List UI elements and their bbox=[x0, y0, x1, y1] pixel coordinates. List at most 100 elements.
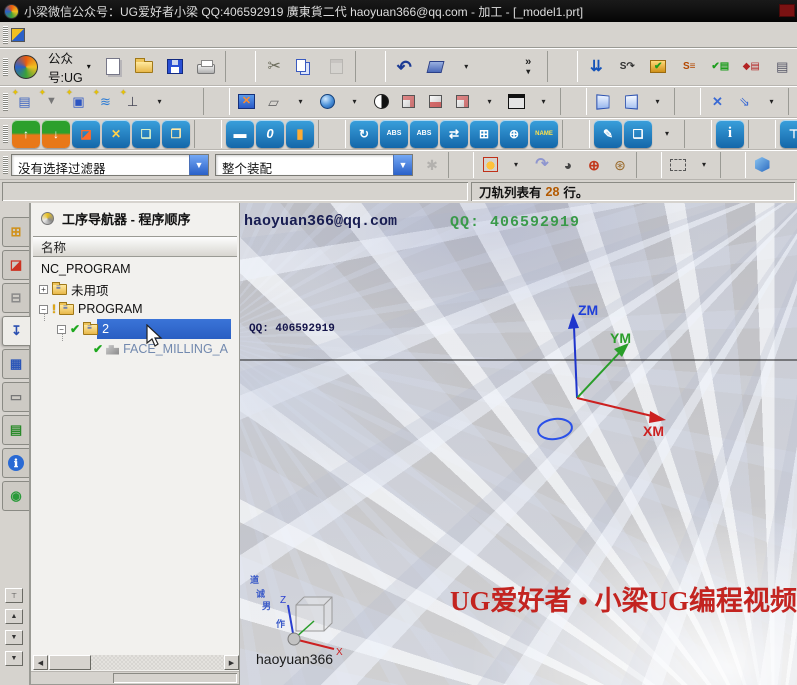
macro-cube-time-button[interactable]: ❐ bbox=[162, 120, 190, 148]
background-dropdown[interactable]: ▾ bbox=[530, 88, 557, 115]
history-tab[interactable]: ▤ bbox=[2, 415, 29, 445]
menu-preferences[interactable] bbox=[169, 31, 183, 39]
background-button[interactable] bbox=[503, 88, 530, 115]
snap-point-button[interactable] bbox=[477, 152, 503, 178]
machine-tool-navigator-tab[interactable]: ▦ bbox=[2, 349, 29, 379]
new-file-button[interactable] bbox=[98, 51, 129, 82]
close-button[interactable] bbox=[779, 4, 795, 17]
tree-row-2-selected[interactable]: − ✔ 2 bbox=[33, 319, 237, 339]
move-dropdown[interactable]: ▾ bbox=[758, 88, 785, 115]
graphics-viewport[interactable]: haoyuan366@qq.com QQ: 406592919 QQ: 4065… bbox=[240, 203, 797, 685]
start-menu-button[interactable]: 开始(小梁微信公众号:UG爱好者小梁) ▾ bbox=[41, 48, 98, 86]
tree-row-face-milling[interactable]: ✔ FACE_MILLING_A bbox=[33, 339, 237, 359]
shop-docs-button[interactable]: ✔▤ bbox=[705, 51, 736, 82]
assembly-navigator-tab[interactable]: ⊞ bbox=[2, 217, 29, 247]
postprocess-button[interactable]: S≡ bbox=[674, 51, 705, 82]
show-cube-button[interactable] bbox=[749, 152, 775, 178]
side-view-button[interactable] bbox=[617, 88, 644, 115]
rect-dropdown[interactable]: ▾ bbox=[691, 152, 717, 178]
menu-assemblies[interactable] bbox=[113, 31, 127, 39]
cut-button[interactable]: ✂ bbox=[259, 51, 290, 82]
menu-xiaoliang[interactable] bbox=[225, 31, 239, 39]
transform-button[interactable] bbox=[420, 51, 451, 82]
create-operation-button[interactable]: ⊥ bbox=[119, 88, 146, 115]
macro-pin-button[interactable]: ▮ bbox=[286, 120, 314, 148]
scroll-right-button[interactable]: ▶ bbox=[224, 655, 239, 670]
macro-folder-button[interactable]: ❏ bbox=[624, 120, 652, 148]
menu-insert[interactable] bbox=[71, 31, 85, 39]
create-tool-button[interactable]: ▼ bbox=[38, 88, 65, 115]
hd3d-tab[interactable]: ◉ bbox=[2, 481, 29, 511]
macro-x-button[interactable]: ✕ bbox=[102, 120, 130, 148]
macro-xy-button[interactable]: ⇄ bbox=[440, 120, 468, 148]
output-clsf-button[interactable]: ◆▤ bbox=[736, 51, 767, 82]
orient-view-button[interactable] bbox=[449, 88, 476, 115]
print-button[interactable] bbox=[191, 51, 222, 82]
create-dropdown[interactable]: ▾ bbox=[146, 88, 173, 115]
snap-dropdown[interactable]: ▾ bbox=[503, 152, 529, 178]
macro-up-button[interactable]: ↑ bbox=[12, 120, 40, 148]
toolpath-list-button[interactable]: ▤ bbox=[767, 51, 797, 82]
hand-pick-button[interactable]: ⊛ bbox=[607, 152, 633, 178]
undo-button[interactable]: ↶ bbox=[389, 51, 420, 82]
part-navigator-tab[interactable]: ⊟ bbox=[2, 283, 29, 313]
rect-select-button[interactable] bbox=[665, 152, 691, 178]
view-dropdown[interactable]: ▾ bbox=[644, 88, 671, 115]
resbar-down-button[interactable]: ▼ bbox=[5, 630, 23, 645]
chevron-down-icon[interactable]: ▼ bbox=[189, 155, 208, 175]
save-button[interactable] bbox=[160, 51, 191, 82]
tree-row-unused[interactable]: + 未用项 bbox=[33, 279, 237, 299]
scrollbar-thumb[interactable] bbox=[49, 655, 91, 670]
menu-view[interactable] bbox=[57, 31, 71, 39]
transform-dropdown[interactable]: ▾ bbox=[451, 51, 482, 82]
constraint-navigator-tab[interactable]: ◪ bbox=[2, 250, 29, 280]
scrollbar-track[interactable] bbox=[91, 655, 224, 670]
menu-gc-toolbox[interactable] bbox=[197, 31, 211, 39]
internet-info-tab[interactable]: ℹ bbox=[2, 448, 29, 478]
iso-view-button[interactable] bbox=[395, 88, 422, 115]
orient-dropdown[interactable]: ▾ bbox=[476, 88, 503, 115]
generate-toolpath-button[interactable]: ⇊ bbox=[581, 51, 612, 82]
undo-selection-button[interactable]: ↷ bbox=[529, 152, 555, 178]
render-dropdown[interactable]: ▾ bbox=[341, 88, 368, 115]
macro-abs-down-button[interactable]: ABS bbox=[380, 120, 408, 148]
create-method-button[interactable]: ≋ bbox=[92, 88, 119, 115]
paste-button[interactable] bbox=[321, 51, 352, 82]
macro-abs-up-button[interactable]: ABS bbox=[410, 120, 438, 148]
sketch-ellipse[interactable] bbox=[537, 417, 573, 442]
macro-zero-button[interactable]: 0 bbox=[256, 120, 284, 148]
menu-window[interactable] bbox=[183, 31, 197, 39]
integrated-sim-tab[interactable]: ▭ bbox=[2, 382, 29, 412]
expand-plus-icon[interactable]: + bbox=[39, 285, 48, 294]
macro-name-button[interactable]: NAME bbox=[530, 120, 558, 148]
macro-cube-button[interactable]: ❏ bbox=[132, 120, 160, 148]
tree-row-program[interactable]: − ! PROGRAM bbox=[33, 299, 237, 319]
selection-scope-combo[interactable]: 整个装配 ▼ bbox=[215, 154, 413, 176]
front-face-button[interactable] bbox=[422, 88, 449, 115]
point-target-button[interactable]: ⊕ bbox=[581, 152, 607, 178]
verify-toolpath-button[interactable]: S↷ bbox=[612, 51, 643, 82]
front-view-button[interactable] bbox=[590, 88, 617, 115]
chevron-down-icon[interactable]: ▼ bbox=[393, 155, 412, 175]
menu-youpin[interactable] bbox=[127, 31, 141, 39]
copy-button[interactable] bbox=[290, 51, 321, 82]
macro-down-button[interactable]: ↓ bbox=[42, 120, 70, 148]
snapshot-button[interactable]: ▱ bbox=[260, 88, 287, 115]
macro-folder-dropdown[interactable]: ▾ bbox=[653, 120, 681, 148]
collapse-minus-icon[interactable]: − bbox=[57, 325, 66, 334]
menu-help[interactable] bbox=[211, 31, 225, 39]
menu-analysis[interactable] bbox=[155, 31, 169, 39]
toolbar-overflow-button[interactable]: » bbox=[513, 51, 544, 82]
resbar-pin-button[interactable]: ⊤ bbox=[5, 588, 23, 603]
create-program-button[interactable]: ▤ bbox=[11, 88, 38, 115]
macro-info-button[interactable]: i bbox=[716, 120, 744, 148]
fit-view-button[interactable]: ✕ bbox=[233, 88, 260, 115]
macro-rotate-button[interactable]: ↻ bbox=[350, 120, 378, 148]
delete-filter-button[interactable]: ✕ bbox=[704, 88, 731, 115]
simulate-machine-button[interactable]: ✔ bbox=[643, 51, 674, 82]
collapse-minus-icon[interactable]: − bbox=[39, 305, 48, 314]
quick-pick-button[interactable]: ◕ bbox=[555, 152, 581, 178]
tree-row-nc-program[interactable]: NC_PROGRAM bbox=[33, 259, 237, 279]
resbar-last-button[interactable]: ▼ bbox=[5, 651, 23, 666]
display-mode-button[interactable] bbox=[368, 88, 395, 115]
